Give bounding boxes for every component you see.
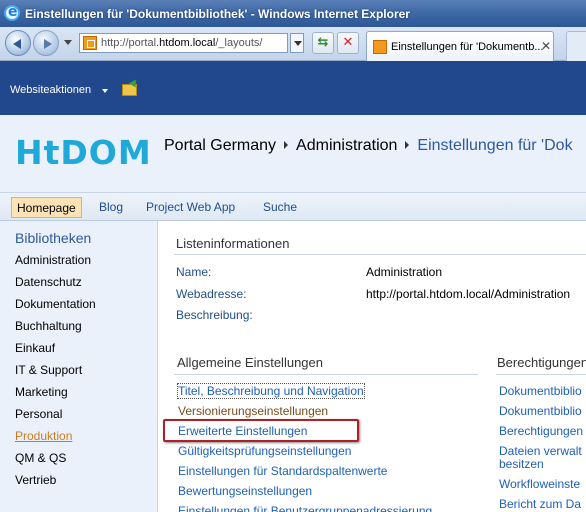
list-info-heading: Listeninformationen: [176, 236, 290, 251]
link-permissions-5[interactable]: Workfloweinste: [499, 477, 580, 491]
sidebar-item-administration[interactable]: Administration: [15, 253, 91, 267]
link-permissions-4[interactable]: Dateien verwalt: [499, 444, 582, 458]
forward-button[interactable]: [33, 30, 59, 56]
tab-title: Einstellungen für 'Dokumentb...: [391, 41, 544, 53]
address-dropdown-button[interactable]: [290, 33, 304, 53]
sidebar-item-buchhaltung[interactable]: Buchhaltung: [15, 319, 82, 333]
window-titlebar: Einstellungen für 'Dokumentbibliothek' -…: [0, 0, 586, 27]
breadcrumb-administration[interactable]: Administration: [296, 137, 397, 154]
browser-tab[interactable]: Einstellungen für 'Dokumentb... ✕: [366, 31, 554, 61]
web-address-value: http://portal.htdom.local/Administration: [366, 287, 571, 301]
tab-suche[interactable]: Suche: [258, 197, 302, 218]
sidebar-item-personal[interactable]: Personal: [15, 407, 62, 421]
breadcrumb-portal[interactable]: Portal Germany: [164, 137, 276, 154]
link-permissions-2[interactable]: Dokumentbiblio: [499, 404, 582, 418]
site-logo[interactable]: HtDOM: [15, 133, 152, 172]
recent-pages-dropdown-icon[interactable]: [64, 40, 72, 45]
quick-launch-heading[interactable]: Bibliotheken: [15, 230, 91, 246]
link-default-column-values[interactable]: Einstellungen für Standardspaltenwerte: [178, 464, 387, 478]
sidebar-item-qm-qs[interactable]: QM & QS: [15, 451, 66, 465]
site-header: HtDOM Portal Germany Administration Einste…: [0, 115, 586, 192]
permissions-heading: Berechtigungen: [497, 355, 586, 370]
breadcrumb-arrow-icon: [405, 140, 410, 149]
link-versioning-settings[interactable]: Versionierungseinstellungen: [178, 404, 328, 418]
sidebar-item-produktion[interactable]: Produktion: [15, 429, 72, 443]
browser-toolbar: http://portal.htdom.local/_layouts/ ⇆ ✕ …: [0, 27, 586, 61]
stop-button[interactable]: ✕: [337, 32, 359, 54]
breadcrumb-current-page: Einstellungen für 'Dok: [417, 137, 573, 154]
link-audience-targeting[interactable]: Einstellungen für Benutzergruppenadressi…: [178, 504, 432, 512]
section-divider: [174, 374, 478, 375]
refresh-button[interactable]: ⇆: [312, 32, 334, 54]
link-rating-settings[interactable]: Bewertungseinstellungen: [178, 484, 312, 498]
general-settings-heading: Allgemeine Einstellungen: [177, 355, 323, 370]
navigate-up-icon[interactable]: [122, 84, 137, 96]
address-text[interactable]: http://portal.htdom.local/_layouts/: [101, 37, 285, 49]
quick-launch: Bibliotheken Administration Datenschutz …: [0, 221, 158, 512]
tab-homepage[interactable]: Homepage: [11, 197, 82, 218]
name-label: Name:: [176, 265, 212, 279]
link-permissions-3[interactable]: Berechtigungen: [499, 424, 583, 438]
sidebar-item-dokumentation[interactable]: Dokumentation: [15, 297, 96, 311]
tab-close-icon[interactable]: ✕: [541, 39, 551, 53]
highlight-box: [163, 419, 359, 442]
back-button[interactable]: [5, 30, 31, 56]
link-validation-settings[interactable]: Gültigkeitsprüfungseinstellungen: [178, 444, 351, 458]
link-title-description-navigation[interactable]: Titel, Beschreibung und Navigation: [177, 383, 365, 399]
sidebar-item-vertrieb[interactable]: Vertrieb: [15, 473, 56, 487]
top-navigation: Homepage Blog Project Web App Suche: [0, 192, 586, 221]
internet-explorer-icon: [4, 4, 20, 21]
chevron-down-icon[interactable]: [102, 89, 108, 93]
web-address-label: Webadresse:: [176, 287, 247, 301]
link-permissions-4-cont[interactable]: besitzen: [499, 457, 544, 471]
sidebar-item-it-support[interactable]: IT & Support: [15, 363, 82, 377]
description-label: Beschreibung:: [176, 308, 253, 322]
site-actions-bar: Websiteaktionen: [0, 61, 586, 115]
breadcrumb: Portal Germany Administration Einstellunge…: [164, 137, 573, 155]
tab-blog[interactable]: Blog: [94, 197, 128, 218]
sidebar-item-datenschutz[interactable]: Datenschutz: [15, 275, 82, 289]
sidebar-item-einkauf[interactable]: Einkauf: [15, 341, 55, 355]
breadcrumb-arrow-icon: [284, 140, 289, 149]
link-permissions-1[interactable]: Dokumentbiblio: [499, 384, 582, 398]
site-actions-menu[interactable]: Websiteaktionen: [10, 84, 91, 96]
section-divider: [174, 254, 586, 255]
sidebar-item-marketing[interactable]: Marketing: [15, 385, 68, 399]
tab-project-web-app[interactable]: Project Web App: [141, 197, 240, 218]
name-value: Administration: [366, 265, 443, 279]
address-bar[interactable]: http://portal.htdom.local/_layouts/: [79, 33, 288, 53]
new-tab-button[interactable]: [566, 31, 586, 61]
link-permissions-6[interactable]: Bericht zum Da: [499, 497, 581, 511]
tab-favicon-icon: [373, 40, 387, 54]
section-divider: [496, 374, 586, 375]
window-title: Einstellungen für 'Dokumentbibliothek' -…: [25, 7, 410, 21]
site-favicon-icon: [83, 36, 97, 50]
